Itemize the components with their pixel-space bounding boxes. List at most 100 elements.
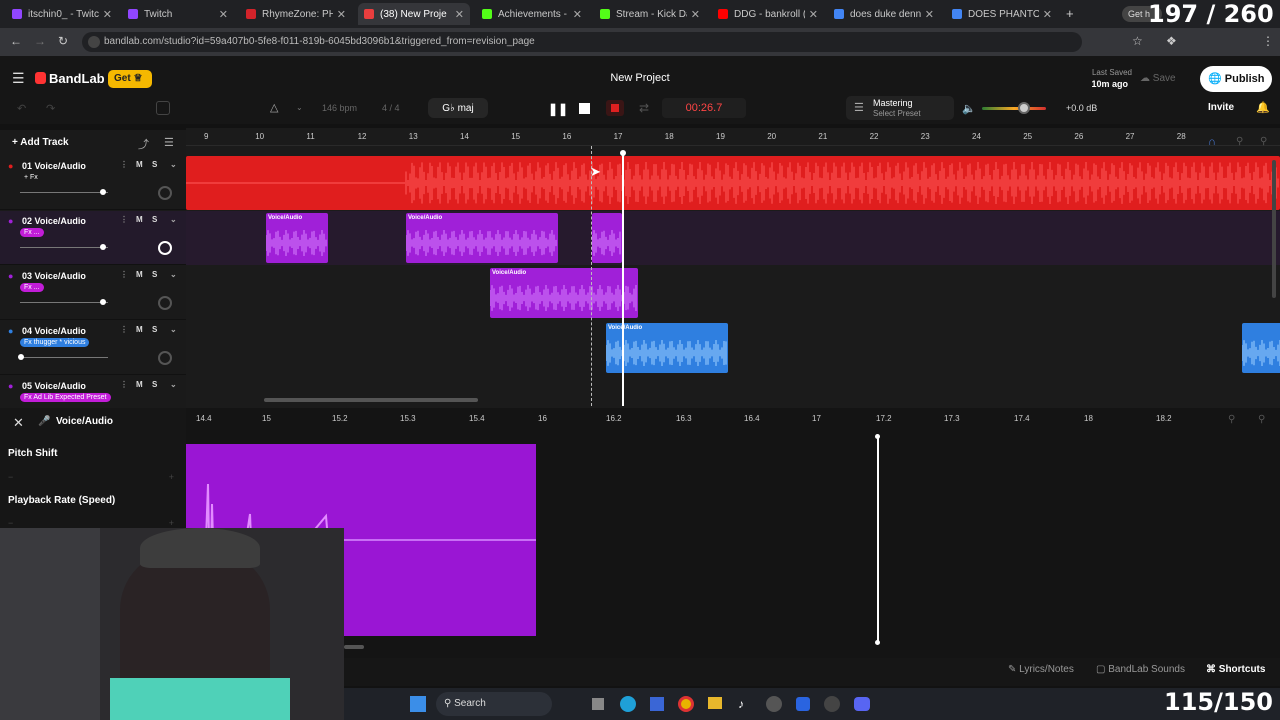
tab-7[interactable]: DDG - bankroll (Off ✕ bbox=[712, 3, 824, 25]
save-button[interactable]: ☁ Save bbox=[1140, 70, 1192, 88]
mute-master-icon[interactable]: 🔈 bbox=[962, 102, 976, 115]
track-lane-2[interactable] bbox=[186, 211, 1280, 265]
chrome-icon[interactable] bbox=[678, 696, 694, 712]
track-options-icon[interactable]: ⋮ bbox=[120, 160, 128, 169]
zoom-in-icon[interactable]: ⚲ bbox=[1260, 136, 1267, 147]
tab-close-icon[interactable]: ✕ bbox=[219, 8, 228, 21]
time-signature[interactable]: 4 / 4 bbox=[382, 103, 400, 113]
track-name[interactable]: 01 Voice/Audio bbox=[22, 161, 86, 171]
edge-icon[interactable] bbox=[620, 696, 636, 712]
metronome-chevron-icon[interactable]: ⌄ bbox=[296, 103, 303, 112]
playhead-handle[interactable] bbox=[620, 150, 626, 156]
mute-button[interactable]: M bbox=[136, 380, 143, 389]
track-header-4[interactable]: ● 04 Voice/Audio Fx thugger * vicious ⋮ M S ⌄ bbox=[0, 321, 186, 375]
metronome-icon[interactable]: △ bbox=[270, 101, 278, 114]
notification-bell-icon[interactable]: 🔔 bbox=[1256, 101, 1270, 114]
tab-close-icon[interactable]: ✕ bbox=[455, 8, 464, 21]
new-tab-button[interactable]: + bbox=[1066, 6, 1074, 21]
track-expand-chevron-icon[interactable]: ⌄ bbox=[170, 270, 177, 279]
playhead[interactable] bbox=[622, 152, 624, 406]
track-pan-dial[interactable] bbox=[158, 296, 172, 310]
tab-close-icon[interactable]: ✕ bbox=[809, 8, 818, 21]
track-header-2[interactable]: ● 02 Voice/Audio Fx ... ⋮ M S ⌄ bbox=[0, 211, 186, 265]
mixer-icon[interactable] bbox=[156, 101, 170, 115]
mute-button[interactable]: M bbox=[136, 270, 143, 279]
track-expand-chevron-icon[interactable]: ⌄ bbox=[170, 215, 177, 224]
solo-button[interactable]: S bbox=[152, 325, 157, 334]
app-icon-blue[interactable] bbox=[796, 697, 810, 711]
taskbar-search[interactable]: ⚲ Search bbox=[436, 692, 552, 716]
mute-button[interactable]: M bbox=[136, 160, 143, 169]
close-editor-icon[interactable]: ✕ bbox=[13, 415, 24, 431]
audio-clip[interactable]: Voice/Audio bbox=[406, 213, 558, 263]
track-fx-button[interactable]: Fx thugger * vicious bbox=[20, 338, 90, 347]
tab-8[interactable]: does duke dennis p ✕ bbox=[828, 3, 940, 25]
bandlab-sounds-button[interactable]: ▢ BandLab Sounds bbox=[1096, 664, 1185, 675]
tab-2[interactable]: Twitch ✕ bbox=[122, 3, 234, 25]
solo-button[interactable]: S bbox=[152, 215, 157, 224]
track-lane-4[interactable] bbox=[186, 321, 1280, 375]
track-fx-button[interactable]: Fx Ad Lib Expected Preset bbox=[20, 393, 111, 402]
tab-close-icon[interactable]: ✕ bbox=[573, 8, 582, 21]
audio-clip[interactable]: Voice/Audio bbox=[490, 268, 638, 318]
tab-5[interactable]: Achievements - Kick ✕ bbox=[476, 3, 588, 25]
track-name[interactable]: 03 Voice/Audio bbox=[22, 271, 86, 281]
publish-button[interactable]: 🌐 Publish bbox=[1200, 66, 1272, 92]
track-fx-button[interactable]: Fx ... bbox=[20, 228, 44, 237]
tab-close-icon[interactable]: ✕ bbox=[925, 8, 934, 21]
editor-playhead[interactable] bbox=[877, 436, 879, 642]
track-options-icon[interactable]: ⋮ bbox=[120, 325, 128, 334]
editor-scrollbar[interactable] bbox=[344, 645, 364, 649]
record-button[interactable] bbox=[606, 100, 624, 116]
track-volume-slider[interactable] bbox=[20, 247, 108, 248]
solo-button[interactable]: S bbox=[152, 270, 157, 279]
site-info-icon[interactable] bbox=[88, 36, 100, 48]
track-expand-chevron-icon[interactable]: ⌄ bbox=[170, 160, 177, 169]
track-pan-dial[interactable] bbox=[158, 186, 172, 200]
pause-button[interactable]: ❚❚ bbox=[548, 102, 568, 116]
tab-close-icon[interactable]: ✕ bbox=[337, 8, 346, 21]
mute-button[interactable]: M bbox=[136, 325, 143, 334]
editor-zoom-in-icon[interactable]: ⚲ bbox=[1258, 414, 1265, 425]
vertical-scrollbar[interactable] bbox=[1272, 160, 1276, 298]
back-icon[interactable]: ← bbox=[10, 34, 22, 48]
track-lane-3[interactable] bbox=[186, 266, 1280, 320]
project-title[interactable]: New Project bbox=[560, 72, 720, 84]
track-volume-slider[interactable] bbox=[20, 357, 108, 358]
track-header-1[interactable]: ● 01 Voice/Audio + Fx ⋮ M S ⌄ bbox=[0, 156, 186, 210]
audio-clip[interactable]: Voice/Audio bbox=[266, 213, 328, 263]
tab-close-icon[interactable]: ✕ bbox=[1043, 8, 1052, 21]
audio-clip[interactable]: Voice/Audio bbox=[606, 323, 728, 373]
tab-1[interactable]: itschin0_ - Twitch ✕ bbox=[6, 3, 118, 25]
track-name[interactable]: 05 Voice/Audio bbox=[22, 381, 86, 391]
track-options-icon[interactable]: ⋮ bbox=[120, 380, 128, 389]
tab-3[interactable]: RhymeZone: PHAN ✕ bbox=[240, 3, 352, 25]
invite-button[interactable]: Invite bbox=[1198, 98, 1244, 118]
task-view-icon[interactable] bbox=[592, 698, 604, 710]
editor-ruler[interactable]: 14.4 15 15.2 15.3 15.4 16 16.2 16.3 16.4 17 17.2 17… bbox=[186, 408, 1280, 430]
track-settings-icon[interactable]: ☰ bbox=[164, 136, 174, 149]
audio-clip[interactable] bbox=[186, 156, 1280, 210]
tiktok-icon[interactable]: ♪ bbox=[738, 697, 744, 711]
playback-rate-control[interactable]: − + bbox=[8, 518, 176, 528]
track-pan-dial[interactable] bbox=[158, 351, 172, 365]
discord-icon[interactable] bbox=[854, 697, 870, 711]
tab-4[interactable]: (38) New Proje ✕ bbox=[358, 3, 470, 25]
undo-icon[interactable]: ↶ bbox=[17, 102, 26, 115]
windows-start-icon[interactable] bbox=[410, 696, 426, 712]
track-volume-slider[interactable] bbox=[20, 302, 108, 303]
tab-close-icon[interactable]: ✕ bbox=[103, 8, 112, 21]
browser-menu-icon[interactable]: ⋮ bbox=[1262, 34, 1274, 48]
forward-icon[interactable]: → bbox=[34, 34, 46, 48]
tab-6[interactable]: Stream - Kick Dashb ✕ bbox=[594, 3, 706, 25]
track-fx-button[interactable]: Fx ... bbox=[20, 283, 44, 292]
master-volume-slider[interactable] bbox=[982, 107, 1046, 110]
track-volume-slider[interactable] bbox=[20, 192, 108, 193]
track-fx-button[interactable]: + Fx bbox=[20, 173, 42, 182]
tab-close-icon[interactable]: ✕ bbox=[691, 8, 700, 21]
track-volume-handle[interactable] bbox=[99, 189, 106, 195]
key-button[interactable]: G♭ maj bbox=[428, 98, 488, 118]
tab-9[interactable]: DOES PHANTOM R ✕ bbox=[946, 3, 1058, 25]
editor-zoom-out-icon[interactable]: ⚲ bbox=[1228, 414, 1235, 425]
snap-magnet-icon[interactable]: ∩ bbox=[1208, 136, 1216, 148]
